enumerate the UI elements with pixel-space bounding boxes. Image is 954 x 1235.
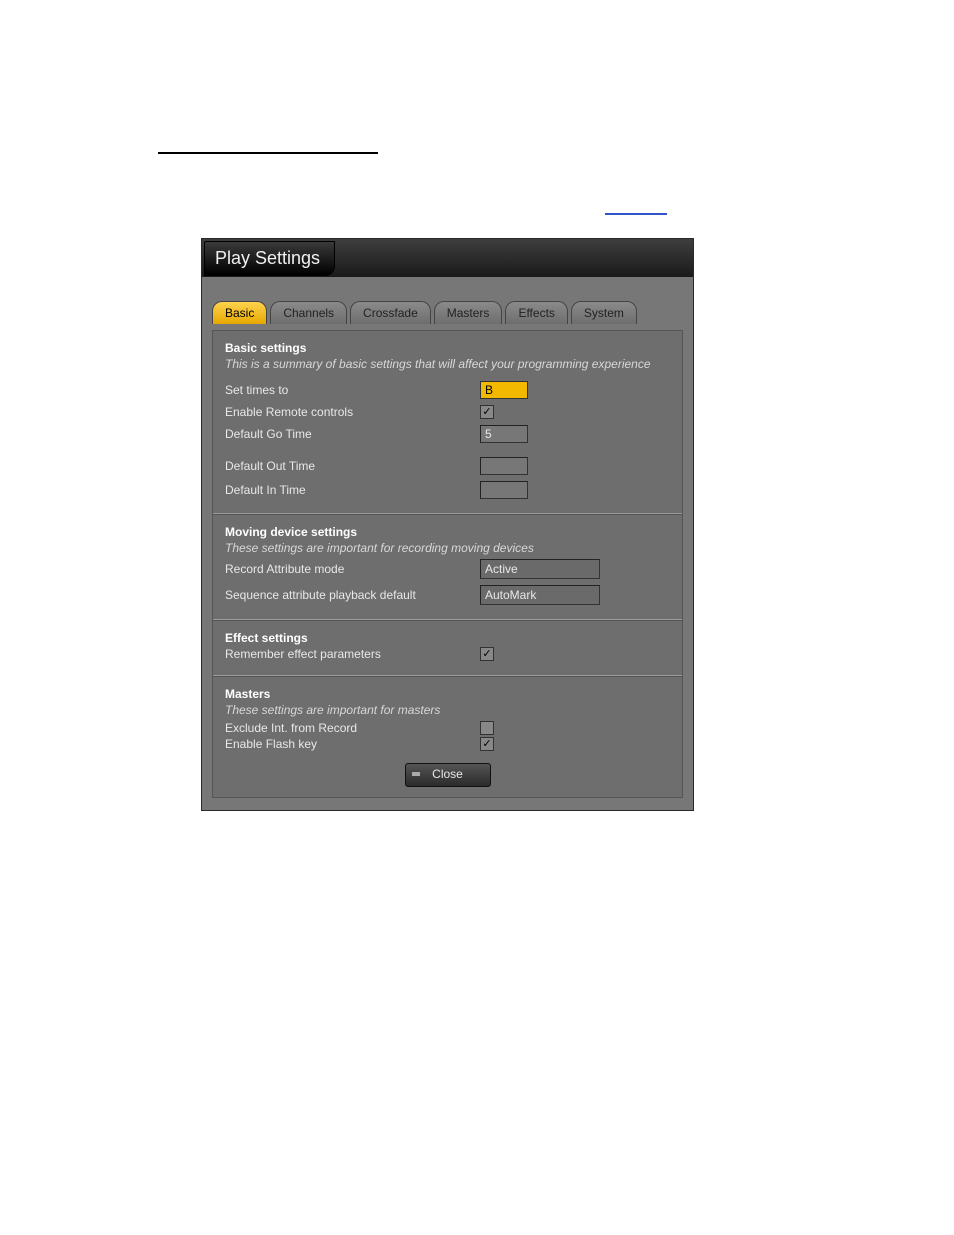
play-settings-dialog: Play Settings Basic Channels Crossfade M… bbox=[201, 238, 694, 811]
artifact-link-underline bbox=[605, 213, 667, 215]
default-out-time-label: Default Out Time bbox=[225, 459, 480, 473]
record-attribute-mode-label: Record Attribute mode bbox=[225, 562, 480, 576]
tab-channels[interactable]: Channels bbox=[270, 301, 347, 324]
tab-basic[interactable]: Basic bbox=[212, 301, 267, 324]
default-in-time-label: Default In Time bbox=[225, 483, 480, 497]
default-in-time-input[interactable] bbox=[480, 481, 528, 499]
artifact-line bbox=[158, 152, 378, 154]
tabstrip: Basic Channels Crossfade Masters Effects… bbox=[212, 301, 683, 324]
exclude-int-checkbox[interactable] bbox=[480, 721, 494, 735]
set-times-label: Set times to bbox=[225, 383, 480, 397]
tab-effects[interactable]: Effects bbox=[505, 301, 567, 324]
moving-section-desc: These settings are important for recordi… bbox=[225, 541, 670, 555]
titlebar: Play Settings bbox=[202, 239, 693, 277]
remember-effect-label: Remember effect parameters bbox=[225, 647, 480, 661]
basic-section-desc: This is a summary of basic settings that… bbox=[225, 357, 670, 371]
record-attribute-mode-select[interactable]: Active bbox=[480, 559, 600, 579]
effect-section-title: Effect settings bbox=[225, 631, 670, 645]
enable-flash-checkbox[interactable] bbox=[480, 737, 494, 751]
set-times-input[interactable]: B bbox=[480, 381, 528, 399]
divider-1 bbox=[213, 513, 682, 515]
divider-2 bbox=[213, 619, 682, 621]
exclude-int-label: Exclude Int. from Record bbox=[225, 721, 480, 735]
close-button[interactable]: Close bbox=[405, 763, 491, 787]
sequence-attribute-label: Sequence attribute playback default bbox=[225, 588, 480, 602]
basic-section-title: Basic settings bbox=[225, 341, 670, 355]
enable-flash-label: Enable Flash key bbox=[225, 737, 480, 751]
divider-3 bbox=[213, 675, 682, 677]
moving-section-title: Moving device settings bbox=[225, 525, 670, 539]
masters-section-title: Masters bbox=[225, 687, 670, 701]
masters-section-desc: These settings are important for masters bbox=[225, 703, 670, 717]
remember-effect-checkbox[interactable] bbox=[480, 647, 494, 661]
dialog-body: Basic Channels Crossfade Masters Effects… bbox=[202, 277, 693, 810]
default-go-time-input[interactable]: 5 bbox=[480, 425, 528, 443]
enable-remote-checkbox[interactable] bbox=[480, 405, 494, 419]
enable-remote-label: Enable Remote controls bbox=[225, 405, 480, 419]
tab-crossfade[interactable]: Crossfade bbox=[350, 301, 431, 324]
dialog-title: Play Settings bbox=[204, 241, 335, 276]
panel-basic: Basic settings This is a summary of basi… bbox=[212, 330, 683, 798]
tab-masters[interactable]: Masters bbox=[434, 301, 503, 324]
sequence-attribute-select[interactable]: AutoMark bbox=[480, 585, 600, 605]
default-out-time-input[interactable] bbox=[480, 457, 528, 475]
tab-system[interactable]: System bbox=[571, 301, 637, 324]
default-go-time-label: Default Go Time bbox=[225, 427, 480, 441]
